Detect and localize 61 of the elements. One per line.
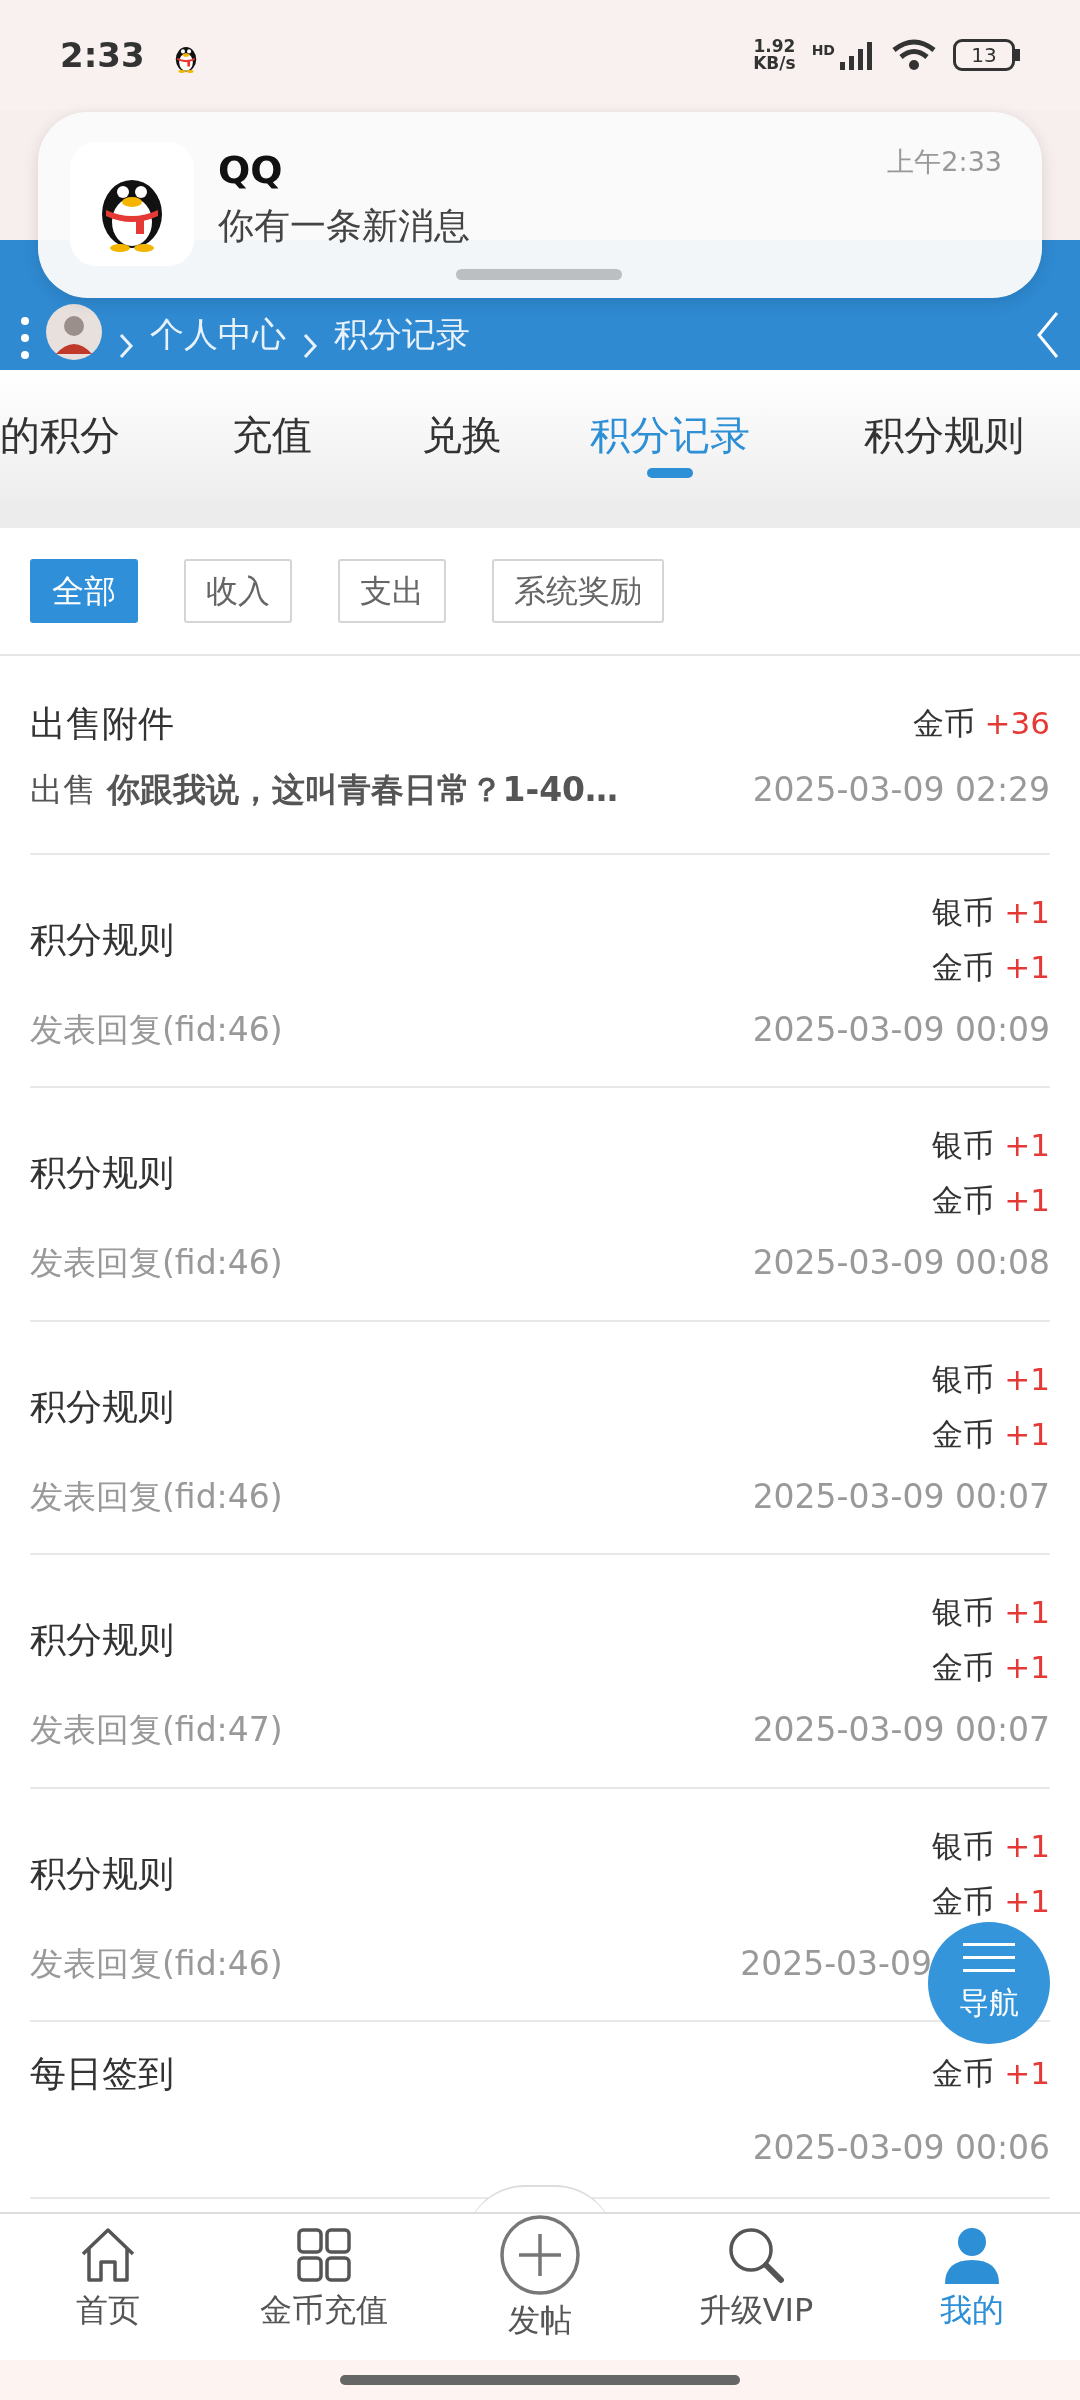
credit-change: 金币 +1 xyxy=(931,947,1050,987)
record-description: 发表回复(fid:46) xyxy=(30,1475,284,1518)
chevron-right-icon xyxy=(118,332,134,360)
record-title: 积分规则 xyxy=(30,917,175,962)
tab[interactable]: 的积分 xyxy=(0,370,120,500)
battery-indicator: 13 xyxy=(953,39,1015,71)
filter-button[interactable]: 系统奖励 xyxy=(492,559,664,623)
network-type: HD xyxy=(811,41,835,60)
network-speed: 1.92 KB/s xyxy=(753,38,796,72)
notification-app: QQ xyxy=(218,147,284,194)
record-title: 每日签到 xyxy=(30,2051,175,2096)
credit-change: 金币 +1 xyxy=(931,2054,1050,2093)
credit-change: 银币 +1 xyxy=(931,1593,1050,1632)
credit-change: 银币 +1 xyxy=(931,892,1050,932)
avatar-icon xyxy=(46,304,102,360)
record-time: 2025-03-09 00:07 xyxy=(752,1709,1050,1751)
credit-change: 金币 +1 xyxy=(931,1881,1050,1921)
record-title: 积分规则 xyxy=(30,1618,175,1662)
notification-time: 上午2:33 xyxy=(887,145,1002,179)
tab[interactable]: 兑换 xyxy=(422,370,502,500)
record-description: 发表回复(fid:47) xyxy=(30,1709,284,1751)
notification-message: 你有一条新消息 xyxy=(218,204,470,248)
filter-button[interactable]: 支出 xyxy=(338,559,446,623)
record-time: 2025-03-09 00:06 xyxy=(752,2127,1050,2169)
nav-tab[interactable]: 升级VIP xyxy=(648,2214,864,2360)
nav-tab[interactable]: 我的 xyxy=(864,2214,1080,2360)
signal-icon xyxy=(839,40,875,70)
record-title: 出售附件 xyxy=(30,701,175,746)
drag-handle[interactable] xyxy=(456,269,622,280)
credit-change: 金币 +36 xyxy=(911,704,1050,743)
record-description: 出售 你跟我说，这叫青春日常？1-40… xyxy=(30,769,620,811)
record-description: 发表回复(fid:46) xyxy=(30,1242,284,1284)
record-time: 2025-03-09 00:08 xyxy=(752,1242,1050,1284)
credit-change: 银币 +1 xyxy=(931,1126,1050,1165)
record-title: 积分规则 xyxy=(30,1851,175,1896)
more-icon[interactable] xyxy=(20,316,30,360)
credit-change: 金币 +1 xyxy=(931,1648,1050,1687)
nav-tab[interactable]: 发帖 xyxy=(432,2214,648,2360)
filter-button[interactable]: 收入 xyxy=(184,559,292,623)
chevron-right-icon xyxy=(302,332,318,360)
credit-change: 银币 +1 xyxy=(931,1826,1050,1866)
record-description: 发表回复(fid:46) xyxy=(30,1942,284,1985)
record-time: 2025-03-09 00:07 xyxy=(752,1475,1050,1518)
credit-change: 金币 +1 xyxy=(931,1414,1050,1454)
nav-tab[interactable]: 首页 xyxy=(0,2214,216,2360)
wifi-icon xyxy=(891,38,937,72)
tab[interactable]: 积分规则 xyxy=(864,370,1024,500)
battery-tip-icon xyxy=(1015,49,1020,61)
tab[interactable]: 充值 xyxy=(232,370,312,500)
status-time: 2:33 xyxy=(60,33,145,77)
credit-change: 银币 +1 xyxy=(931,1359,1050,1399)
notification-card[interactable]: QQ 你有一条新消息 上午2:33 xyxy=(38,112,1042,298)
record-title: 积分规则 xyxy=(30,1384,175,1429)
back-icon[interactable] xyxy=(1036,310,1060,360)
nav-tab[interactable]: 金币充值 xyxy=(216,2214,432,2360)
record-title: 积分规则 xyxy=(30,1151,175,1195)
menu-icon xyxy=(963,1941,1015,1974)
record-time: 2025-03-09 00:09 xyxy=(752,1008,1050,1051)
record-description: 发表回复(fid:46) xyxy=(30,1008,284,1051)
record-time: 2025-03-09 02:29 xyxy=(752,769,1050,811)
credit-change: 金币 +1 xyxy=(931,1181,1050,1220)
